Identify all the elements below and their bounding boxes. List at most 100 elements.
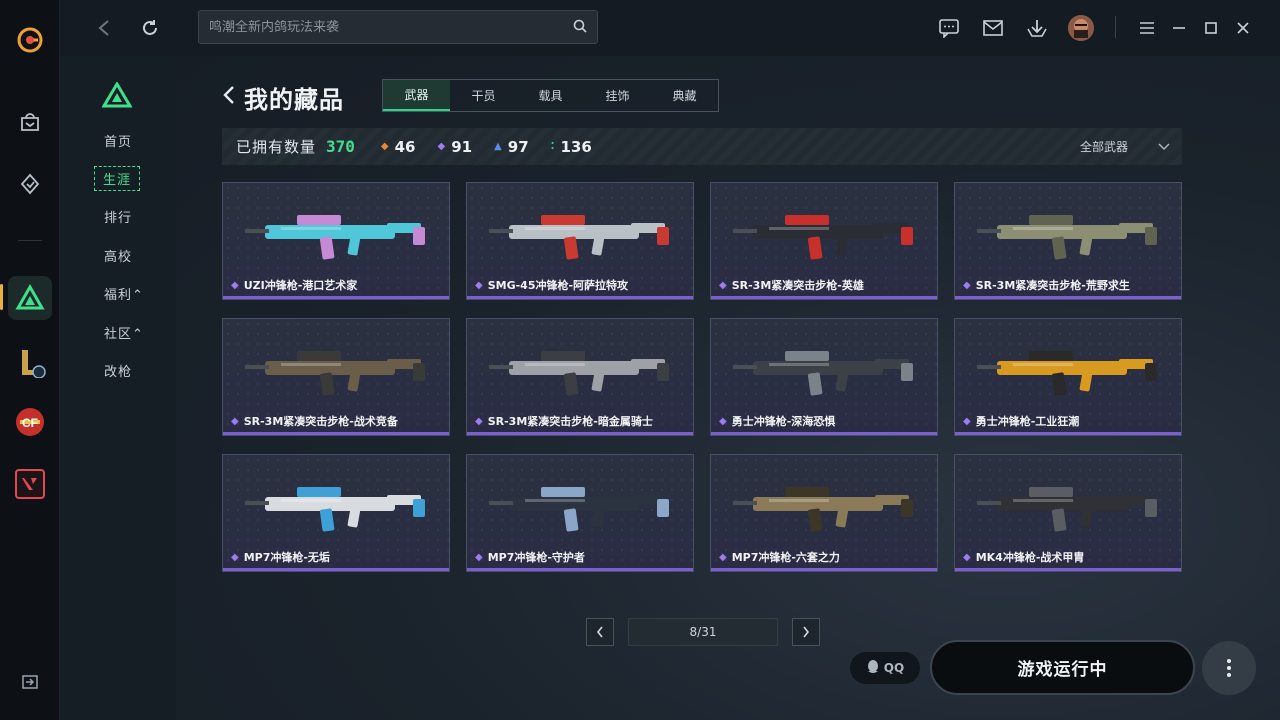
- stat-blue: ▲ 97: [494, 138, 529, 156]
- collapse-sidebar-icon[interactable]: [8, 660, 52, 704]
- rarity-diamond-icon: ◆: [475, 279, 483, 291]
- active-indicator: [0, 284, 3, 310]
- weapon-card[interactable]: ◆ 勇士冲锋枪-深海恐惧: [710, 318, 938, 436]
- weapon-image: [481, 333, 681, 409]
- rarity-diamond-icon: ◆: [719, 551, 727, 563]
- weapon-name-text: SR-3M紧凑突击步枪-战术竞备: [243, 415, 398, 428]
- stat-green-value: 136: [560, 137, 592, 156]
- weapon-image: [481, 197, 681, 273]
- rarity-diamond-icon: ◆: [475, 415, 483, 427]
- weapon-card[interactable]: ◆ SMG-45冲锋枪-阿萨拉特攻: [466, 182, 694, 300]
- weapon-card[interactable]: ◆ SR-3M紧凑突击步枪-战术竞备: [222, 318, 450, 436]
- weapon-name-text: SR-3M紧凑突击步枪-荒野求生: [975, 279, 1130, 292]
- app-logo-icon[interactable]: [8, 18, 52, 62]
- owned-label: 已拥有数量: [236, 138, 317, 156]
- more-options-icon[interactable]: [1202, 641, 1256, 695]
- stat-purple-value: 91: [451, 137, 473, 156]
- tab-vehicles[interactable]: 载具: [517, 80, 584, 111]
- subnav-item-gunsmith[interactable]: 改枪: [104, 361, 132, 380]
- weapon-image: [725, 197, 925, 273]
- weapon-card[interactable]: ◆ SR-3M紧凑突击步枪-荒野求生: [954, 182, 1182, 300]
- weapon-card[interactable]: ◆ SR-3M紧凑突击步枪-暗金属骑士: [466, 318, 694, 436]
- chevron-down-icon: [1158, 140, 1170, 154]
- weapon-card[interactable]: ◆ 勇士冲锋枪-工业狂潮: [954, 318, 1182, 436]
- purple-diamond-icon: ◆: [437, 141, 446, 152]
- user-avatar[interactable]: [1068, 15, 1094, 41]
- stat-blue-value: 97: [507, 137, 529, 156]
- delta-force-game-icon[interactable]: [8, 276, 52, 320]
- mail-icon[interactable]: [980, 15, 1006, 41]
- weapon-image: [237, 469, 437, 545]
- back-arrow-icon[interactable]: [90, 14, 118, 42]
- rarity-diamond-icon: ◆: [231, 279, 239, 291]
- crossfire-game-icon[interactable]: CF: [8, 400, 52, 444]
- subnav-item-career[interactable]: 生涯: [94, 166, 141, 191]
- menu-icon[interactable]: [1134, 15, 1160, 41]
- weapon-name: ◆ SR-3M紧凑突击步枪-荒野求生: [963, 277, 1130, 293]
- weapon-name: ◆ MP7冲锋枪-六套之力: [719, 549, 840, 565]
- download-icon[interactable]: [1024, 15, 1050, 41]
- search-icon[interactable]: [573, 18, 587, 37]
- league-game-icon[interactable]: [8, 340, 52, 384]
- rarity-diamond-icon: ◆: [719, 279, 727, 291]
- discover-icon[interactable]: [8, 162, 52, 206]
- game-running-button[interactable]: 游戏运行中: [930, 640, 1195, 695]
- weapon-name: ◆ MP7冲锋枪-守护者: [475, 549, 585, 565]
- app-rail: CF: [0, 0, 60, 720]
- qq-badge[interactable]: QQ: [850, 652, 920, 684]
- subnav-item-welfare[interactable]: 福利⌃: [104, 284, 144, 303]
- stat-green: ⁚ 136: [551, 138, 592, 156]
- weapon-name-text: UZI冲锋枪-港口艺术家: [243, 279, 358, 292]
- search-box: [198, 10, 598, 44]
- delta-force-logo-icon: [101, 81, 133, 112]
- stat-orange: ◆ 46: [381, 138, 416, 156]
- tab-charms[interactable]: 挂饰: [584, 80, 651, 111]
- prev-page-button[interactable]: [586, 618, 614, 646]
- weapon-card[interactable]: ◆ MP7冲锋枪-六套之力: [710, 454, 938, 572]
- tab-collectibles[interactable]: 典藏: [651, 80, 718, 111]
- rarity-diamond-icon: ◆: [231, 415, 239, 427]
- pagination: 8/31: [586, 618, 820, 646]
- weapon-name: ◆ 勇士冲锋枪-深海恐惧: [719, 413, 835, 429]
- maximize-icon[interactable]: [1198, 15, 1224, 41]
- tab-operators[interactable]: 干员: [450, 80, 517, 111]
- tab-weapons[interactable]: 武器: [383, 80, 450, 111]
- weapon-card[interactable]: ◆ MP7冲锋枪-无垢: [222, 454, 450, 572]
- weapon-image: [237, 197, 437, 273]
- collection-page: 我的藏品 武器 干员 载具 挂饰 典藏 已拥有数量 370 ◆ 46 ◆ 91 …: [176, 56, 1280, 720]
- rarity-diamond-icon: ◆: [963, 551, 971, 563]
- page-title: 我的藏品: [244, 86, 344, 114]
- store-bag-icon[interactable]: [8, 100, 52, 144]
- subnav-item-college[interactable]: 高校: [104, 246, 132, 265]
- page-indicator: 8/31: [628, 618, 778, 646]
- close-icon[interactable]: [1230, 15, 1256, 41]
- weapon-card[interactable]: ◆ MP7冲锋枪-守护者: [466, 454, 694, 572]
- rarity-diamond-icon: ◆: [963, 415, 971, 427]
- weapon-name: ◆ 勇士冲锋枪-工业狂潮: [963, 413, 1079, 429]
- stat-orange-value: 46: [394, 137, 416, 156]
- weapon-name-text: MP7冲锋枪-无垢: [243, 551, 330, 564]
- chat-icon[interactable]: [936, 15, 962, 41]
- weapon-name-text: SMG-45冲锋枪-阿萨拉特攻: [487, 279, 629, 292]
- subnav-item-home[interactable]: 首页: [104, 131, 132, 150]
- search-input[interactable]: [209, 19, 573, 35]
- weapon-card[interactable]: ◆ SR-3M紧凑突击步枪-英雄: [710, 182, 938, 300]
- weapon-image: [725, 469, 925, 545]
- weapon-name-text: MK4冲锋枪-战术甲胄: [975, 551, 1085, 564]
- weapon-name-text: 勇士冲锋枪-工业狂潮: [975, 415, 1080, 428]
- subnav-item-community[interactable]: 社区⌃: [104, 323, 144, 342]
- weapon-card[interactable]: ◆ MK4冲锋枪-战术甲胄: [954, 454, 1182, 572]
- refresh-icon[interactable]: [136, 14, 164, 42]
- next-page-button[interactable]: [792, 618, 820, 646]
- subnav-item-ranking[interactable]: 排行: [104, 207, 132, 226]
- minimize-icon[interactable]: [1166, 15, 1192, 41]
- weapon-filter-dropdown[interactable]: 全部武器: [1080, 128, 1170, 165]
- ownership-stats: 已拥有数量 370 ◆ 46 ◆ 91 ▲ 97 ⁚ 136 全部武器: [222, 128, 1182, 165]
- weapon-image: [969, 197, 1169, 273]
- valorant-game-icon[interactable]: [8, 462, 52, 506]
- back-chevron-icon[interactable]: [222, 84, 236, 111]
- weapon-card[interactable]: ◆ UZI冲锋枪-港口艺术家: [222, 182, 450, 300]
- blue-diamond-icon: ▲: [494, 141, 502, 152]
- category-tabs: 武器 干员 载具 挂饰 典藏: [382, 79, 719, 112]
- weapon-image: [969, 333, 1169, 409]
